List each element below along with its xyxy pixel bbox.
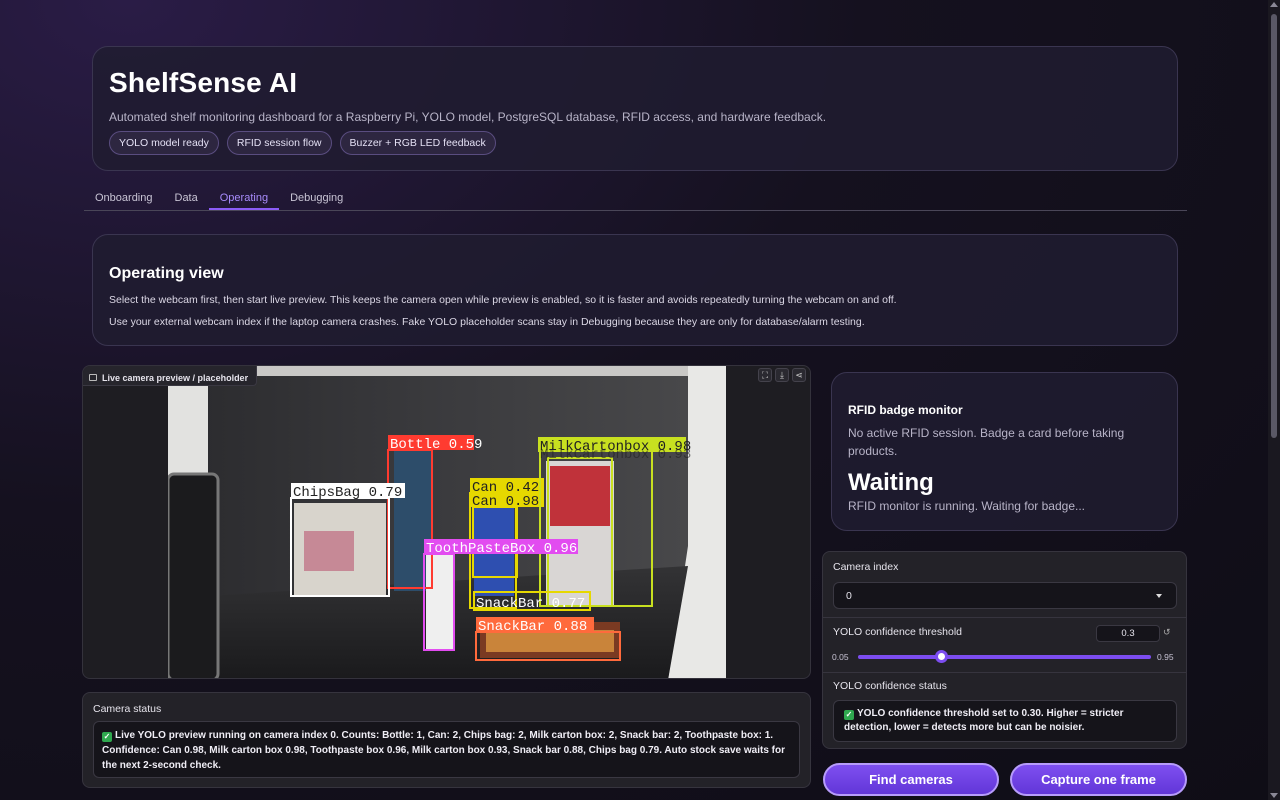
threshold-label: YOLO confidence threshold (833, 626, 962, 638)
rfid-title: RFID badge monitor (848, 403, 963, 417)
camera-index-select[interactable]: 0 (833, 582, 1177, 609)
toothpaste-box (426, 554, 454, 650)
rfid-card: RFID badge monitor No active RFID sessio… (831, 372, 1178, 531)
badge-feedback: Buzzer + RGB LED feedback (339, 131, 496, 155)
controls-panel: Camera index 0 YOLO confidence threshold… (822, 551, 1187, 749)
download-icon[interactable]: ⤓ (775, 368, 789, 382)
app-subtitle: Automated shelf monitoring dashboard for… (109, 110, 827, 124)
threshold-input[interactable]: 0.3 (1096, 625, 1160, 642)
divider (823, 617, 1186, 618)
bbox-chipsbag-label: ChipsBag 0.79 (293, 485, 402, 501)
app-title: ShelfSense AI (109, 67, 298, 98)
divider-panel (168, 472, 220, 678)
image-icon (89, 374, 97, 381)
header-card: ShelfSense AI Automated shelf monitoring… (92, 46, 1178, 171)
rfid-state: Waiting (848, 469, 934, 496)
rfid-message: RFID monitor is running. Waiting for bad… (848, 499, 1085, 513)
share-icon[interactable]: ⋖ (792, 368, 806, 382)
slider-min-label: 0.05 (832, 652, 849, 662)
bbox-toothpaste-label: ToothPasteBox 0.96 (426, 541, 577, 557)
tab-data[interactable]: Data (164, 188, 209, 210)
tab-debugging[interactable]: Debugging (279, 188, 354, 210)
operating-view-card: Operating view Select the webcam first, … (92, 234, 1178, 346)
camera-preview-label: Live camera preview / placeholder (83, 366, 258, 386)
milk-carton-print (550, 466, 610, 526)
tab-onboarding[interactable]: Onboarding (84, 188, 164, 210)
reset-icon[interactable]: ↺ (1163, 627, 1171, 638)
scroll-up-icon[interactable] (1270, 2, 1278, 7)
bbox-snack-2-label: SnackBar 0.88 (478, 619, 587, 635)
scroll-down-icon[interactable] (1270, 793, 1278, 798)
check-icon: ✓ (844, 710, 854, 720)
camera-frame: Bottle 0.59 ChipsBag 0.79 Can 0.42 Can 0… (168, 366, 726, 678)
camera-preview: Live camera preview / placeholder ⛶ ⤓ ⋖ (82, 365, 811, 679)
bbox-bottle-label: Bottle 0.59 (390, 437, 482, 453)
badge-rfid: RFID session flow (226, 131, 332, 155)
operating-title: Operating view (109, 265, 224, 282)
scrollbar-thumb[interactable] (1271, 14, 1277, 438)
camera-status-label: Camera status (93, 703, 162, 715)
status-label: YOLO confidence status (833, 680, 947, 692)
feature-badges: YOLO model ready RFID session flow Buzze… (109, 131, 496, 155)
camera-preview-label-text: Live camera preview / placeholder (102, 372, 249, 383)
check-icon: ✓ (102, 732, 112, 742)
threshold-status: ✓ YOLO confidence threshold set to 0.30. … (833, 700, 1177, 742)
camera-status-panel: Camera status ✓ Live YOLO preview running… (82, 692, 811, 788)
rfid-description: No active RFID session. Badge a card bef… (848, 426, 1125, 458)
divider (823, 672, 1186, 673)
badge-yolo: YOLO model ready (109, 131, 219, 155)
bbox-can-2-label: Can 0.98 (472, 494, 539, 510)
threshold-slider[interactable] (858, 655, 1151, 659)
camera-index-label: Camera index (833, 561, 899, 573)
threshold-status-text: YOLO confidence threshold set to 0.30. H… (844, 708, 1124, 733)
camera-status-box: ✓ Live YOLO preview running on camera ind… (93, 721, 800, 778)
bbox-snack-1-label: SnackBar 0.77 (476, 596, 585, 612)
bbox-milk-2-label: MilkCartonbox 0.93 (540, 447, 691, 463)
find-cameras-button[interactable]: Find cameras (823, 763, 999, 796)
slider-handle[interactable] (935, 650, 948, 663)
camera-index-value: 0 (846, 590, 852, 602)
tab-bar: Onboarding Data Operating Debugging (84, 188, 1187, 211)
capture-frame-button[interactable]: Capture one frame (1010, 763, 1187, 796)
tab-operating[interactable]: Operating (208, 188, 280, 210)
page-scrollbar[interactable] (1268, 0, 1280, 800)
fullscreen-icon[interactable]: ⛶ (758, 368, 772, 382)
camera-toolbar: ⛶ ⤓ ⋖ (758, 368, 806, 382)
slider-max-label: 0.95 (1157, 652, 1174, 662)
operating-instructions-2: Use your external webcam index if the la… (109, 316, 865, 328)
chevron-down-icon (1156, 594, 1162, 598)
chips-bag-print (304, 531, 354, 571)
operating-instructions-1: Select the webcam first, then start live… (109, 294, 897, 306)
camera-status-text: Live YOLO preview running on camera inde… (102, 730, 785, 771)
